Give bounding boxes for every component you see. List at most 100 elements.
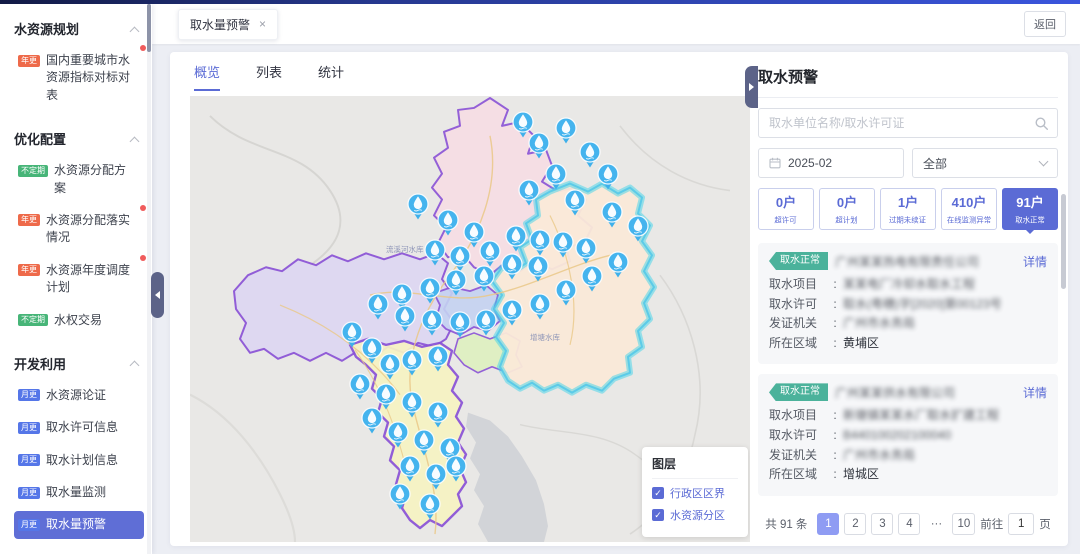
water-intake-marker[interactable] [361,407,383,434]
field-label: 所在区域 [769,467,827,483]
water-intake-marker[interactable] [529,229,551,256]
water-intake-marker[interactable] [413,429,435,456]
water-intake-marker[interactable] [528,132,550,159]
water-intake-marker[interactable] [375,383,397,410]
tab-列表[interactable]: 列表 [256,62,282,91]
water-intake-marker[interactable] [437,209,459,236]
tab-概览[interactable]: 概览 [194,62,220,91]
stat-filter-超许可[interactable]: 0户超许可 [758,188,814,230]
page-button-3[interactable]: 3 [871,513,893,535]
water-intake-marker[interactable] [419,493,441,520]
water-intake-marker[interactable] [401,349,423,376]
water-intake-marker[interactable] [555,279,577,306]
water-intake-marker[interactable] [449,311,471,338]
water-intake-marker[interactable] [401,391,423,418]
open-tab-water-warning[interactable]: 取水量预警 × [178,9,278,40]
water-intake-marker[interactable] [501,253,523,280]
detail-link[interactable]: 详情 [1023,384,1047,401]
status-select[interactable]: 全部 [912,148,1058,178]
water-intake-marker[interactable] [407,193,429,220]
sidebar-item[interactable]: 月更取水许可信息 [14,414,144,441]
field-value: 某某电厂冷却水取水工程 [843,277,975,293]
water-intake-marker[interactable] [421,309,443,336]
panel-collapse-handle[interactable] [745,66,758,108]
legend-item-行政区区界[interactable]: ✓行政区区界 [652,485,738,501]
back-button[interactable]: 返回 [1024,11,1066,37]
stat-filter-超计划[interactable]: 0户超计划 [819,188,875,230]
stat-filter-取水正常[interactable]: 91户取水正常 [1002,188,1058,230]
water-intake-marker[interactable] [601,201,623,228]
panel-scrollbar[interactable] [1061,194,1066,289]
water-intake-marker[interactable] [379,353,401,380]
water-intake-marker[interactable] [449,245,471,272]
water-intake-marker[interactable] [399,455,421,482]
sidebar-item[interactable]: 月更取水量监测 [14,479,144,506]
page-button-1[interactable]: 1 [817,513,839,535]
water-intake-marker[interactable] [419,277,441,304]
sidebar-item-label: 水资源论证 [46,387,106,404]
water-intake-marker[interactable] [529,293,551,320]
water-intake-marker[interactable] [479,240,501,267]
month-picker[interactable]: 2025-02 [758,148,904,178]
sidebar-section-header[interactable]: 优化配置 [14,114,152,152]
page-button-10[interactable]: 10 [952,513,975,535]
sidebar-section-header[interactable]: 开发利用 [14,339,152,377]
checkbox-checked-icon[interactable]: ✓ [652,487,664,499]
water-intake-marker[interactable] [394,305,416,332]
water-intake-marker[interactable] [505,225,527,252]
water-intake-marker[interactable] [527,255,549,282]
water-intake-marker[interactable] [607,251,629,278]
sidebar-item[interactable]: 年更水资源年度调度计划 [14,257,144,302]
checkbox-checked-icon[interactable]: ✓ [652,509,664,521]
water-intake-marker[interactable] [597,163,619,190]
detail-link[interactable]: 详情 [1023,253,1047,270]
sidebar-item[interactable]: 不定期水权交易 [14,307,144,334]
tab-bar: 取水量预警 × 返回 [152,4,1080,44]
water-intake-marker[interactable] [581,265,603,292]
sidebar-collapse-handle[interactable] [151,272,164,318]
water-intake-marker[interactable] [389,483,411,510]
sidebar-item[interactable]: 月更水资源论证 [14,382,144,409]
sidebar-item[interactable]: 年更水资源分配落实情况 [14,207,144,252]
sidebar-item[interactable]: 年更国内重要城市水资源指标对标对表 [14,47,144,109]
water-intake-marker[interactable] [545,163,567,190]
water-intake-marker[interactable] [518,179,540,206]
water-intake-marker[interactable] [427,345,449,372]
water-intake-marker[interactable] [349,373,371,400]
tab-统计[interactable]: 统计 [318,62,344,91]
water-intake-marker[interactable] [367,293,389,320]
water-intake-marker[interactable] [575,237,597,264]
sidebar-section-header[interactable]: 长效保护 [14,544,152,554]
card-field-row: 取水项目:某某电厂冷却水取水工程 [769,277,1047,293]
water-intake-marker[interactable] [425,463,447,490]
legend-item-水资源分区[interactable]: ✓水资源分区 [652,507,738,523]
water-intake-marker[interactable] [473,265,495,292]
close-icon[interactable]: × [259,18,266,30]
sidebar-section-header[interactable]: 水资源规划 [14,4,152,42]
page-button-2[interactable]: 2 [844,513,866,535]
water-intake-marker[interactable] [445,455,467,482]
sidebar-item[interactable]: 不定期水资源分配方案 [14,157,144,202]
water-intake-marker[interactable] [427,401,449,428]
water-intake-marker[interactable] [341,321,363,348]
search-input[interactable] [769,116,1029,130]
goto-page-input[interactable] [1008,513,1034,535]
water-intake-marker[interactable] [627,215,649,242]
sidebar-item[interactable]: 月更取水量预警 [14,511,144,538]
sidebar-item[interactable]: 月更取水计划信息 [14,447,144,474]
water-intake-marker[interactable] [552,231,574,258]
scrollbar-thumb[interactable] [147,4,151,52]
stat-filter-在线监测异常[interactable]: 410户在线监测异常 [941,188,997,230]
water-drop-icon [413,429,435,456]
water-intake-marker[interactable] [564,189,586,216]
map-canvas[interactable]: 流溪河水库增塘水库 图层 ✓行政区区界✓水资源分区 [190,96,750,542]
water-intake-marker[interactable] [387,421,409,448]
water-intake-marker[interactable] [501,299,523,326]
water-intake-marker[interactable] [424,239,446,266]
water-intake-marker[interactable] [475,309,497,336]
page-button-4[interactable]: 4 [898,513,920,535]
search-icon[interactable] [1034,116,1049,131]
stat-filter-过期未续证[interactable]: 1户过期未续证 [880,188,936,230]
water-intake-marker[interactable] [445,269,467,296]
water-intake-marker[interactable] [555,117,577,144]
